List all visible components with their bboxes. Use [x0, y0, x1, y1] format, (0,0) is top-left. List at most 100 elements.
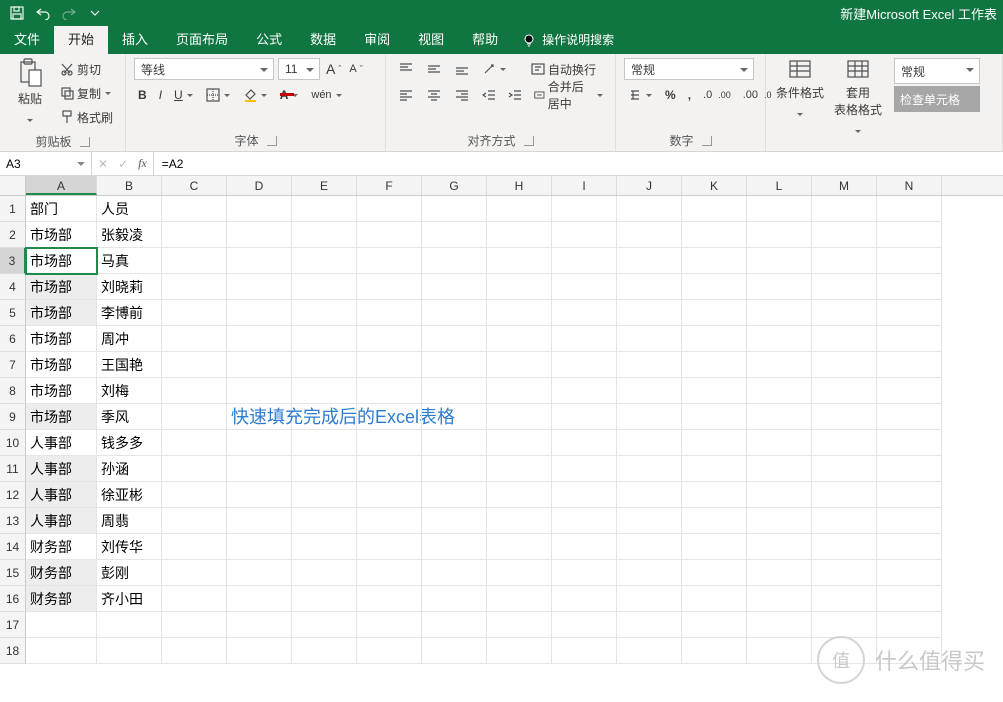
cell[interactable] — [357, 508, 422, 534]
cell[interactable] — [422, 196, 487, 222]
row-header[interactable]: 18 — [0, 638, 26, 664]
cell[interactable] — [357, 274, 422, 300]
cell[interactable] — [877, 508, 942, 534]
cell[interactable]: 李博前 — [97, 300, 162, 326]
cell[interactable] — [812, 404, 877, 430]
cell[interactable]: 周冲 — [97, 326, 162, 352]
dialog-launcher-icon[interactable] — [702, 136, 712, 146]
tab-formulas[interactable]: 公式 — [242, 23, 296, 54]
column-header-G[interactable]: G — [422, 176, 487, 195]
cell[interactable] — [552, 352, 617, 378]
cell[interactable] — [422, 560, 487, 586]
formula-input[interactable]: =A2 — [154, 152, 1003, 175]
cell[interactable] — [877, 612, 942, 638]
cell[interactable] — [552, 482, 617, 508]
cell[interactable] — [682, 300, 747, 326]
cell[interactable] — [26, 638, 97, 664]
cell[interactable] — [877, 352, 942, 378]
align-middle-icon[interactable] — [422, 58, 446, 80]
cell[interactable] — [877, 274, 942, 300]
column-header-N[interactable]: N — [877, 176, 942, 195]
cell[interactable] — [877, 534, 942, 560]
increase-font-icon[interactable]: Aˆ — [324, 58, 343, 80]
cell[interactable] — [552, 196, 617, 222]
cell[interactable] — [682, 430, 747, 456]
cell[interactable] — [422, 430, 487, 456]
cell[interactable] — [227, 326, 292, 352]
cell[interactable] — [747, 508, 812, 534]
cell[interactable] — [487, 638, 552, 664]
cell[interactable]: 市场部 — [26, 248, 97, 274]
cell[interactable] — [682, 586, 747, 612]
cell[interactable] — [357, 430, 422, 456]
cell[interactable] — [162, 612, 227, 638]
tab-review[interactable]: 审阅 — [350, 23, 404, 54]
cell[interactable] — [357, 586, 422, 612]
cell[interactable] — [357, 534, 422, 560]
cell[interactable]: 财务部 — [26, 586, 97, 612]
cell[interactable] — [682, 196, 747, 222]
cell[interactable] — [162, 482, 227, 508]
cell[interactable] — [877, 196, 942, 222]
cell[interactable] — [292, 430, 357, 456]
cell[interactable] — [162, 508, 227, 534]
cell[interactable] — [162, 456, 227, 482]
cell[interactable] — [422, 300, 487, 326]
format-painter-button[interactable]: 格式刷 — [56, 106, 117, 128]
cell[interactable] — [357, 326, 422, 352]
row-header[interactable]: 9 — [0, 404, 26, 430]
cell[interactable] — [357, 560, 422, 586]
cell[interactable] — [162, 248, 227, 274]
cell[interactable] — [227, 612, 292, 638]
column-header-H[interactable]: H — [487, 176, 552, 195]
tab-page-layout[interactable]: 页面布局 — [162, 23, 242, 54]
cell-style-check[interactable]: 检查单元格 — [894, 86, 980, 112]
cell[interactable] — [227, 456, 292, 482]
cell[interactable] — [552, 456, 617, 482]
undo-icon[interactable] — [30, 2, 56, 24]
redo-icon[interactable] — [56, 2, 82, 24]
cell[interactable] — [292, 612, 357, 638]
cut-button[interactable]: 剪切 — [56, 58, 117, 80]
cell[interactable] — [357, 222, 422, 248]
chevron-down-icon[interactable] — [645, 84, 653, 106]
cell[interactable] — [812, 508, 877, 534]
cell[interactable] — [552, 612, 617, 638]
cell[interactable] — [812, 534, 877, 560]
cell[interactable] — [162, 560, 227, 586]
cell[interactable] — [422, 248, 487, 274]
cell[interactable] — [162, 196, 227, 222]
cell[interactable] — [162, 586, 227, 612]
cell[interactable] — [227, 560, 292, 586]
cell-style-normal[interactable]: 常规 — [894, 58, 980, 84]
chevron-down-icon[interactable] — [26, 109, 34, 131]
cell[interactable] — [227, 482, 292, 508]
row-header[interactable]: 16 — [0, 586, 26, 612]
cell[interactable] — [552, 248, 617, 274]
cell[interactable] — [617, 300, 682, 326]
cell[interactable] — [877, 482, 942, 508]
font-color-button[interactable]: A — [276, 84, 304, 106]
cell[interactable]: 马真 — [97, 248, 162, 274]
bold-button[interactable]: B — [134, 84, 151, 106]
cell[interactable] — [162, 274, 227, 300]
cell[interactable] — [747, 196, 812, 222]
cell[interactable] — [682, 456, 747, 482]
cell[interactable] — [747, 586, 812, 612]
column-header-J[interactable]: J — [617, 176, 682, 195]
cell[interactable] — [292, 352, 357, 378]
cell[interactable]: 人员 — [97, 196, 162, 222]
cell[interactable] — [357, 456, 422, 482]
cell[interactable] — [747, 456, 812, 482]
cell[interactable] — [747, 560, 812, 586]
cell[interactable]: 王国艳 — [97, 352, 162, 378]
accounting-format-icon[interactable] — [624, 84, 657, 106]
cell[interactable] — [487, 352, 552, 378]
cell[interactable] — [617, 222, 682, 248]
cell[interactable] — [682, 482, 747, 508]
cell[interactable]: 孙涵 — [97, 456, 162, 482]
cell[interactable] — [617, 430, 682, 456]
cell[interactable]: 人事部 — [26, 430, 97, 456]
cell[interactable] — [812, 638, 877, 664]
cell[interactable] — [292, 560, 357, 586]
